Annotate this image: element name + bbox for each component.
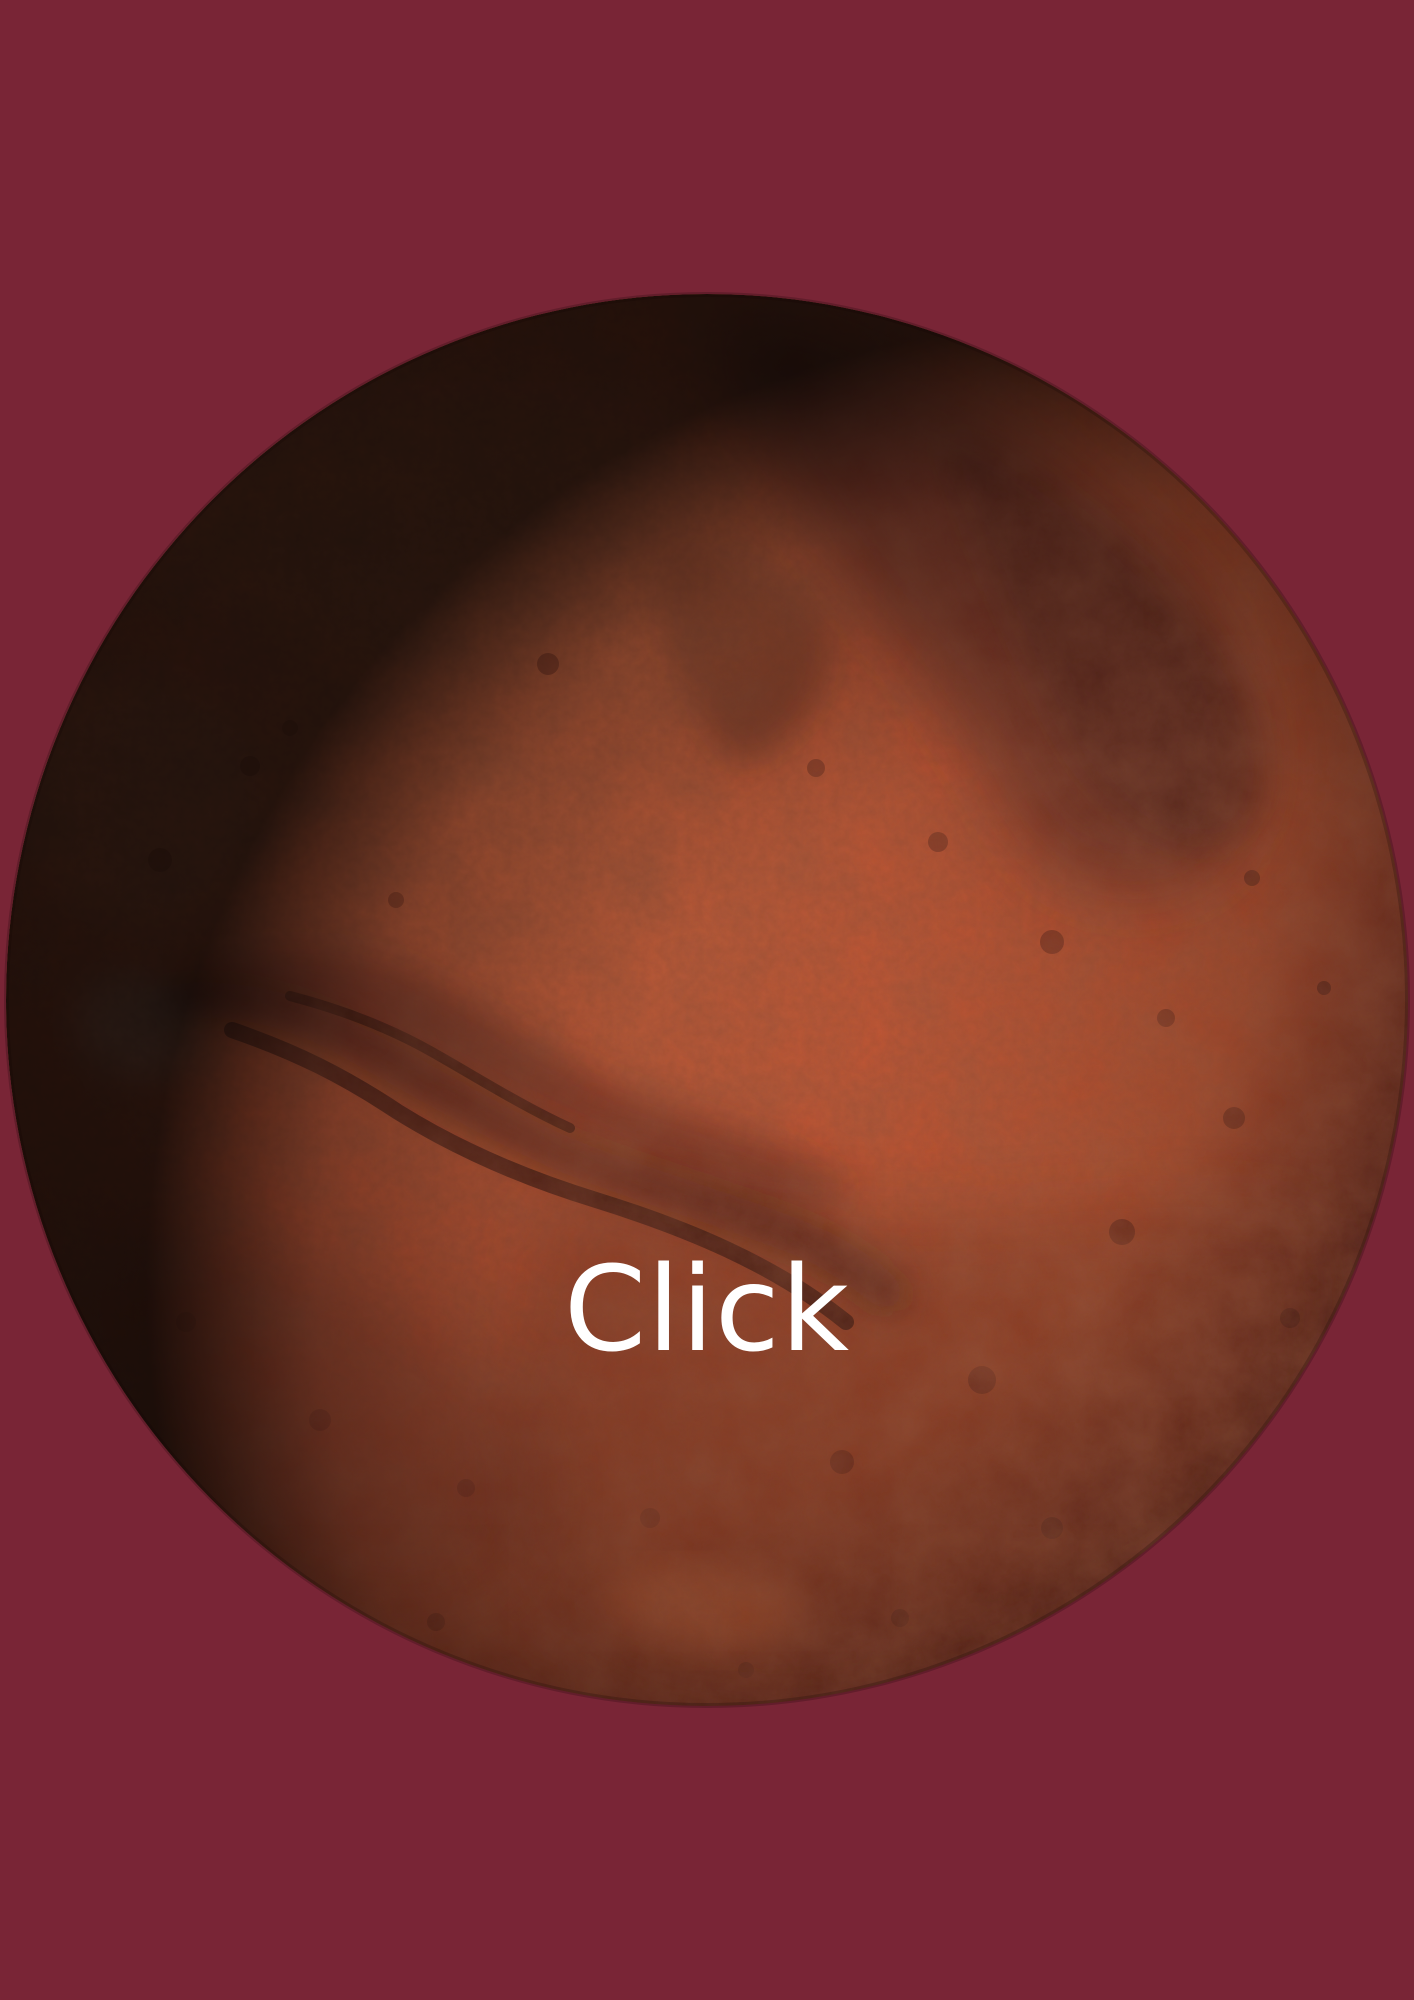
mars-planet-icon bbox=[4, 292, 1410, 1708]
mars-click-page: Click bbox=[0, 0, 1414, 2000]
mars-click-button[interactable]: Click bbox=[4, 292, 1410, 1708]
